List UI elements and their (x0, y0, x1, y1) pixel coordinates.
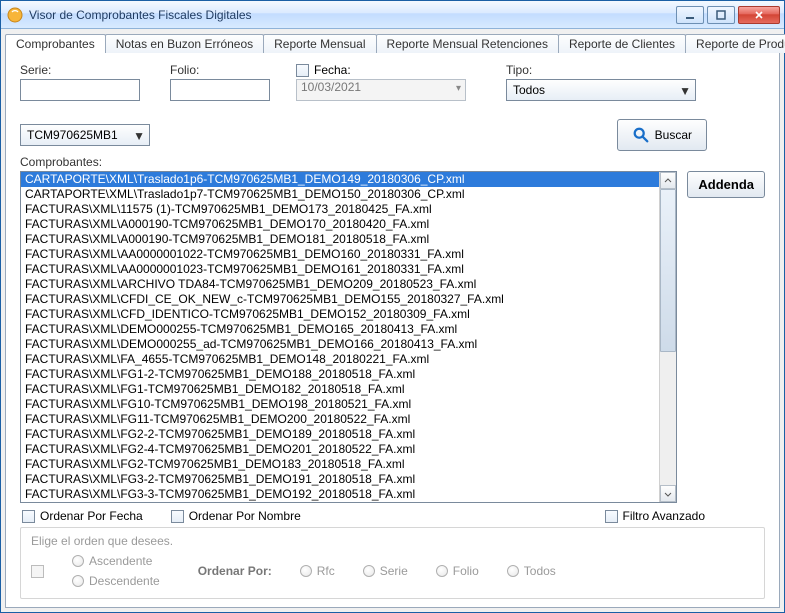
order-group: Elige el orden que desees. Ascendente De… (20, 527, 765, 599)
list-item[interactable]: FACTURAS\XML\A000190-TCM970625MB1_DEMO18… (21, 232, 659, 247)
tab-reporte-mensual[interactable]: Reporte Mensual (263, 34, 376, 53)
titlebar: Visor de Comprobantes Fiscales Digitales (1, 1, 784, 29)
window-title: Visor de Comprobantes Fiscales Digitales (29, 8, 676, 22)
list-item[interactable]: FACTURAS\XML\DEMO000255-TCM970625MB1_DEM… (21, 322, 659, 337)
fecha-checkbox[interactable]: Fecha: (296, 63, 466, 77)
list-item[interactable]: FACTURAS\XML\FG11-TCM970625MB1_DEMO200_2… (21, 412, 659, 427)
list-item[interactable]: FACTURAS\XML\FG2-TCM970625MB1_DEMO183_20… (21, 457, 659, 472)
scroll-track[interactable] (660, 189, 676, 485)
list-item[interactable]: FACTURAS\XML\FA_4655-TCM970625MB1_DEMO14… (21, 352, 659, 367)
buscar-button[interactable]: Buscar (617, 119, 707, 151)
minimize-button[interactable] (676, 6, 704, 24)
scroll-thumb[interactable] (660, 189, 676, 352)
dropdown-icon: ▼ (133, 129, 145, 143)
tab-comprobantes[interactable]: Comprobantes (5, 34, 106, 53)
maximize-button[interactable] (707, 6, 735, 24)
checkbox-icon (605, 510, 618, 523)
list-item[interactable]: FACTURAS\XML\FG10-TCM970625MB1_DEMO198_2… (21, 397, 659, 412)
tipo-label: Tipo: (506, 63, 765, 77)
tab-reporte-productos[interactable]: Reporte de Productos (685, 34, 785, 53)
addenda-button[interactable]: Addenda (687, 171, 765, 198)
serie-radio: Serie (363, 564, 408, 578)
list-item[interactable]: FACTURAS\XML\FG2-2-TCM970625MB1_DEMO189_… (21, 427, 659, 442)
list-item[interactable]: CARTAPORTE\XML\Traslado1p6-TCM970625MB1_… (21, 172, 659, 187)
list-item[interactable]: FACTURAS\XML\A000190-TCM970625MB1_DEMO17… (21, 217, 659, 232)
ordenar-por-label: Ordenar Por: (198, 564, 272, 578)
tab-reporte-retenciones[interactable]: Reporte Mensual Retenciones (376, 34, 559, 53)
list-item[interactable]: FACTURAS\XML\AA0000001022-TCM970625MB1_D… (21, 247, 659, 262)
ordenar-fecha-checkbox[interactable]: Ordenar Por Fecha (22, 509, 143, 523)
comprobantes-label: Comprobantes: (20, 155, 765, 169)
list-item[interactable]: FACTURAS\XML\FG3-3-TCM970625MB1_DEMO192_… (21, 487, 659, 502)
dropdown-icon: ▼ (679, 84, 691, 98)
folio-input[interactable] (170, 79, 270, 101)
checkbox-icon (171, 510, 184, 523)
list-item[interactable]: FACTURAS\XML\DEMO000255_ad-TCM970625MB1_… (21, 337, 659, 352)
folio-label: Folio: (170, 63, 270, 77)
app-icon (7, 7, 23, 23)
window: Visor de Comprobantes Fiscales Digitales… (0, 0, 785, 613)
scroll-down-button[interactable] (660, 485, 676, 502)
serie-label: Serie: (20, 63, 140, 77)
todos-radio: Todos (507, 564, 556, 578)
serie-input[interactable] (20, 79, 140, 101)
ascendente-radio: Ascendente (72, 554, 160, 568)
list-item[interactable]: FACTURAS\XML\FG3-2-TCM970625MB1_DEMO191_… (21, 472, 659, 487)
order-enable-checkbox (31, 565, 44, 578)
descendente-radio: Descendente (72, 574, 160, 588)
rfc-radio: Rfc (300, 564, 335, 578)
list-item[interactable]: FACTURAS\XML\FG1-2-TCM970625MB1_DEMO188_… (21, 367, 659, 382)
checkbox-icon (22, 510, 35, 523)
search-icon (632, 126, 650, 144)
list-item[interactable]: CARTAPORTE\XML\Traslado1p7-TCM970625MB1_… (21, 187, 659, 202)
ordenar-nombre-checkbox[interactable]: Ordenar Por Nombre (171, 509, 301, 523)
rfc-select[interactable]: TCM970625MB1 ▼ (20, 124, 150, 146)
tipo-select[interactable]: Todos ▼ (506, 79, 696, 101)
close-button[interactable] (738, 6, 780, 24)
filtro-avanzado-checkbox[interactable]: Filtro Avanzado (605, 509, 706, 523)
tabstrip: Comprobantes Notas en Buzon Erróneos Rep… (1, 29, 784, 53)
list-item[interactable]: FACTURAS\XML\CFDI_CE_OK_NEW_c-TCM970625M… (21, 292, 659, 307)
dropdown-icon: ▾ (456, 83, 461, 94)
tab-content: Serie: Folio: Fecha: 10/03/2021 ▾ Tipo: (5, 53, 780, 608)
list-item[interactable]: FACTURAS\XML\CFD_IDENTICO-TCM970625MB1_D… (21, 307, 659, 322)
list-item[interactable]: FACTURAS\XML\FG2-4-TCM970625MB1_DEMO201_… (21, 442, 659, 457)
fecha-input: 10/03/2021 ▾ (296, 79, 466, 101)
list-item[interactable]: FACTURAS\XML\ARCHIVO TDA84-TCM970625MB1_… (21, 277, 659, 292)
tab-notas-buzon[interactable]: Notas en Buzon Erróneos (105, 34, 264, 53)
folio-radio: Folio (436, 564, 479, 578)
list-item[interactable]: FACTURAS\XML\11575 (1)-TCM970625MB1_DEMO… (21, 202, 659, 217)
tab-reporte-clientes[interactable]: Reporte de Clientes (558, 34, 686, 53)
scroll-up-button[interactable] (660, 172, 676, 189)
list-item[interactable]: FACTURAS\XML\AA0000001023-TCM970625MB1_D… (21, 262, 659, 277)
list-item[interactable]: FACTURAS\XML\FG1-TCM970625MB1_DEMO182_20… (21, 382, 659, 397)
scrollbar[interactable] (659, 172, 676, 502)
fecha-label: Fecha: (314, 63, 351, 77)
order-group-title: Elige el orden que desees. (31, 534, 754, 548)
comprobantes-listbox[interactable]: CARTAPORTE\XML\Traslado1p6-TCM970625MB1_… (20, 171, 677, 503)
checkbox-icon (296, 64, 309, 77)
